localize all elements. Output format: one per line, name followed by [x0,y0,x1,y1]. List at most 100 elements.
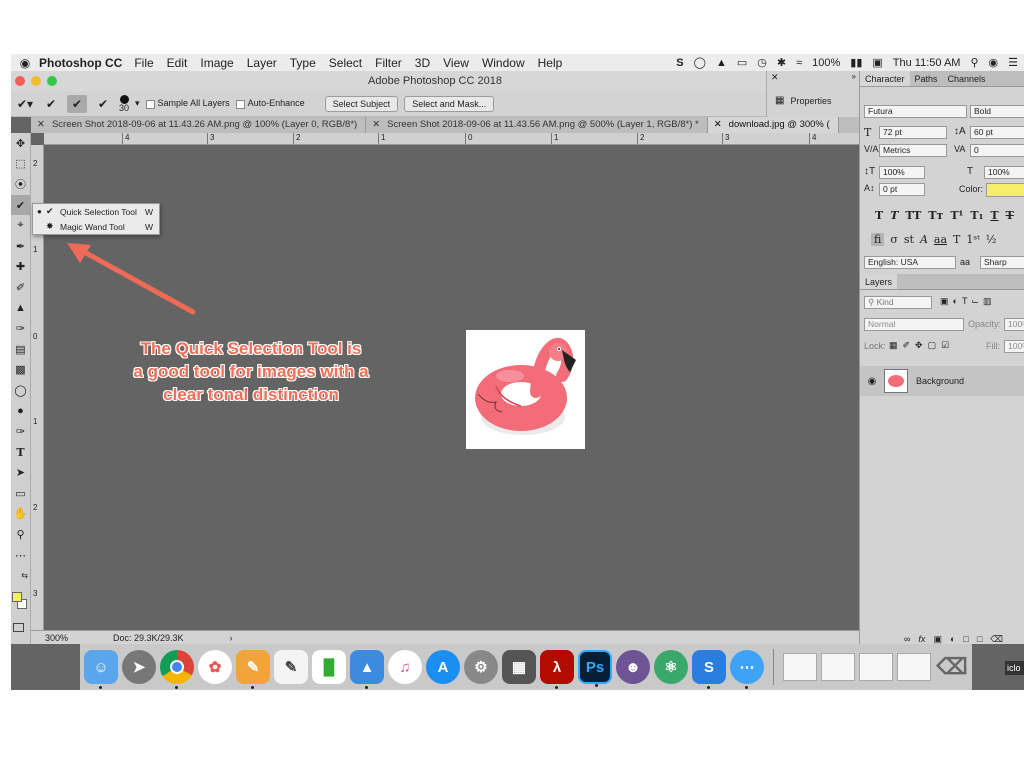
baseline-shift-input[interactable]: 0 pt [879,183,925,196]
vertical-scale-input[interactable]: 100% [879,166,925,179]
opacity-input[interactable]: 100% [1004,318,1024,331]
more-tools-icon[interactable]: ⋯ [11,545,30,566]
close-tab-icon[interactable]: ✕ [37,119,45,130]
brush-picker[interactable]: 30 [119,94,129,113]
auto-enhance[interactable]: Auto-Enhance [235,98,305,109]
auto-enhance-checkbox[interactable] [235,99,245,109]
subtract-from-selection-icon[interactable]: ✔ [93,95,113,113]
launchpad-icon[interactable]: ➤ [122,650,156,684]
status-s-icon[interactable]: S [676,57,683,69]
menu-file[interactable]: File [134,56,153,70]
new-selection-icon[interactable]: ✔ [41,95,61,113]
menu-type[interactable]: Type [290,56,316,70]
rectangle-tool-icon[interactable]: ▭ [11,483,30,504]
notification-center-icon[interactable]: ☰ [1008,56,1018,69]
dodge-tool-icon[interactable]: ● [11,401,30,422]
pages-icon[interactable]: ✎ [236,650,270,689]
marquee-tool-icon[interactable]: ⬚ [11,154,30,175]
clock[interactable]: Thu 11:50 AM [893,57,961,69]
healing-brush-tool-icon[interactable]: ✚ [11,257,30,278]
titling-button[interactable]: T [953,233,960,246]
superscript-button[interactable]: T¹ [950,209,963,222]
s-app-icon[interactable]: S [692,650,726,689]
add-to-selection-icon[interactable]: ✔ [67,94,87,113]
select-and-mask-button[interactable]: Select and Mask... [404,95,495,112]
input-menu-icon[interactable]: ▣ [872,56,882,69]
hand-tool-icon[interactable]: ✋ [11,504,30,525]
layer-filter-select[interactable]: ⚲ Kind [864,296,932,309]
minimize-window-icon[interactable] [31,76,41,86]
move-tool-icon[interactable]: ✥ [11,133,30,154]
menu-image[interactable]: Image [200,56,233,70]
layer-row-background[interactable]: ◉ Background [860,366,1024,396]
apple-menu-icon[interactable]: ◉ [11,56,39,70]
strikethrough-button[interactable]: T [1006,209,1014,222]
discretionary-ligatures-button[interactable]: st [904,233,914,246]
acrobat-icon[interactable]: λ [540,650,574,689]
menu-help[interactable]: Help [538,56,563,70]
properties-button[interactable]: ▦ Properties [775,95,831,106]
properties-collapse-icon[interactable]: » [852,72,856,81]
menu-select[interactable]: Select [329,56,362,70]
app-menu[interactable]: Photoshop CC [39,56,122,70]
eraser-tool-icon[interactable]: ▤ [11,339,30,360]
path-selection-tool-icon[interactable]: ➤ [11,463,30,484]
menu-3d[interactable]: 3D [415,56,430,70]
calculator-icon[interactable]: ▦ [502,650,536,684]
minimized-window-thumbnail[interactable] [783,653,817,681]
blur-tool-icon[interactable]: ◯ [11,380,30,401]
status-menu-chevron-icon[interactable]: › [230,633,233,643]
underline-button[interactable]: T [990,209,998,222]
faux-italic-button[interactable]: T [890,209,898,222]
type-tool-icon[interactable]: T [11,442,30,463]
creative-cloud-icon[interactable]: ◯ [694,56,706,69]
doc-tab-2[interactable]: ✕ Screen Shot 2018-09-06 at 11.43.56 AM.p… [366,117,708,133]
fill-input[interactable]: 100% [1004,340,1024,353]
eyedropper-tool-icon[interactable]: ✒ [11,236,30,257]
menu-view[interactable]: View [443,56,469,70]
layer-filter-icons[interactable]: ▣◐T⌙▥ [940,296,995,307]
all-caps-button[interactable]: TT [905,209,921,222]
font-size-input[interactable]: 72 pt [879,126,947,139]
quick-mask-icon[interactable] [13,623,24,632]
app-store-icon[interactable]: A [426,650,460,684]
pen-tool-icon[interactable]: ✑ [11,421,30,442]
zoom-level[interactable]: 300% [31,633,85,643]
properties-close-icon[interactable]: ✕ [771,72,779,83]
wifi-icon[interactable]: ≈ [796,57,802,69]
close-window-icon[interactable] [15,76,25,86]
faux-bold-button[interactable]: T [875,209,883,222]
flyout-quick-selection[interactable]: ● ✔ Quick Selection Tool W [33,204,159,219]
ornaments-button[interactable]: σ [890,233,898,246]
messages-icon[interactable]: ⋯ [730,650,764,689]
menu-edit[interactable]: Edit [167,56,188,70]
battery-icon[interactable]: ▮▮ [850,56,862,69]
close-tab-icon[interactable]: ✕ [714,119,722,130]
delete-layer-icon[interactable]: ⌫ [990,634,1003,645]
doc-tab-1[interactable]: ✕ Screen Shot 2018-09-06 at 11.43.26 AM.p… [31,117,367,133]
blend-mode-select[interactable]: Normal [864,318,964,331]
doc-size[interactable]: Doc: 29.3K/29.3K [113,633,184,643]
stylistic-alternates-button[interactable]: aa [934,233,947,246]
system-preferences-icon[interactable]: ⚙ [464,650,498,684]
crop-tool-icon[interactable]: ⌖ [11,215,30,236]
tool-preset-picker[interactable]: ✔▾ [15,95,35,113]
fractions-button[interactable]: ½ [986,233,997,246]
text-color-swatch[interactable] [986,183,1024,197]
tab-paths[interactable]: Paths [910,71,943,86]
new-layer-icon[interactable]: □ [977,634,982,645]
gradient-tool-icon[interactable]: ▩ [11,360,30,381]
keynote-icon[interactable]: ▲ [350,650,384,689]
font-style-select[interactable]: Bold [970,105,1024,118]
small-caps-button[interactable]: Tᴛ [928,209,943,222]
tracking-select[interactable]: 0 [970,144,1024,157]
trash-icon[interactable]: ⌫ [935,650,969,684]
tab-character[interactable]: Character [860,71,910,86]
menu-filter[interactable]: Filter [375,56,402,70]
leading-input[interactable]: 60 pt [970,126,1024,139]
battery-percent[interactable]: 100% [812,57,840,69]
photoshop-icon[interactable]: Ps [578,650,612,687]
sample-all-layers[interactable]: Sample All Layers [145,98,230,109]
foreground-color-swatch[interactable] [12,592,22,602]
chrome-icon[interactable] [160,650,194,689]
